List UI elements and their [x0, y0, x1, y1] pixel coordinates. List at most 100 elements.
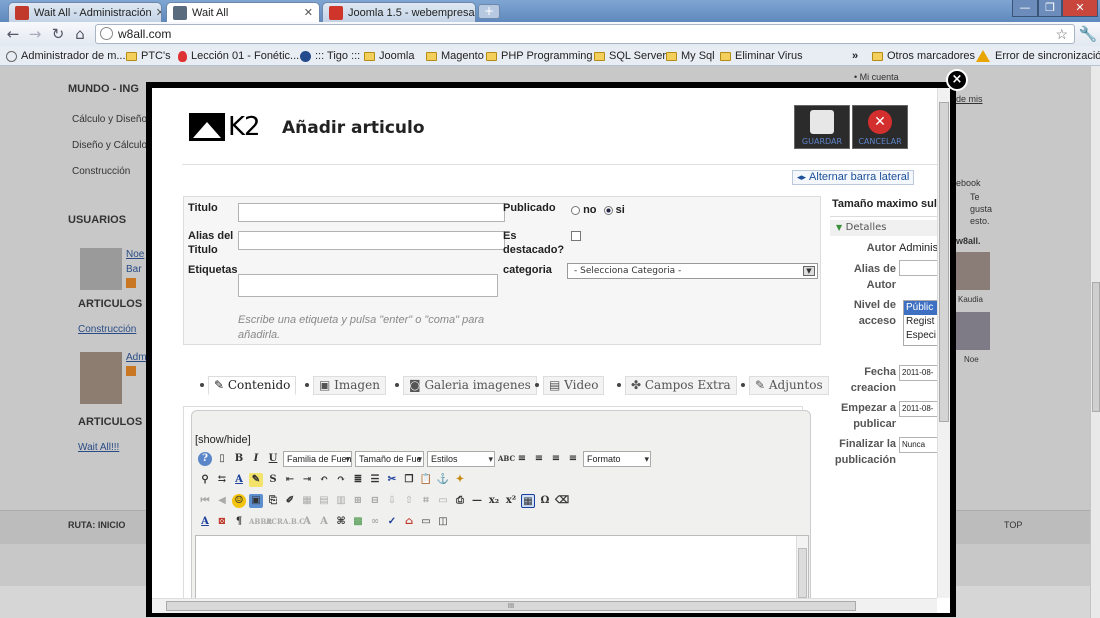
acronym-icon[interactable]: ACR	[266, 515, 283, 529]
user-sub[interactable]: Bar	[126, 264, 142, 275]
bookmark-item[interactable]: Joomla	[364, 48, 414, 64]
layer-icon[interactable]: ▭	[436, 494, 450, 508]
sync-error[interactable]: Error de sincronización	[976, 48, 1100, 64]
table-icon[interactable]: ▦	[300, 494, 314, 508]
cell-props-icon[interactable]: ⌗	[419, 494, 433, 508]
alias-input[interactable]	[238, 231, 505, 250]
cancel-button[interactable]: ✕ CANCELAR	[852, 105, 908, 149]
star-icon[interactable]: ☆	[1055, 25, 1068, 43]
remove-format-icon[interactable]: ⌫	[555, 494, 569, 508]
editor-text-area[interactable]	[195, 535, 809, 605]
browser-tab-joomla[interactable]: Joomla 1.5 - webempresa.jc ✕	[322, 2, 476, 22]
menu-item[interactable]: Diseño y Cálculo	[72, 140, 147, 151]
modal-horizontal-scrollbar[interactable]: III	[152, 598, 937, 613]
underline-icon[interactable]: U	[266, 452, 280, 466]
bookmark-item[interactable]: Administrador de m...	[6, 48, 126, 64]
scroll-thumb[interactable]: III	[166, 601, 856, 611]
new-document-icon[interactable]: ▯	[215, 452, 229, 466]
font-color-icon[interactable]: A	[232, 473, 246, 487]
bookmark-item[interactable]: ::: Tigo :::	[300, 48, 360, 64]
prev-page-icon[interactable]: ◀	[215, 494, 229, 508]
anchor-icon[interactable]: ⚓	[436, 473, 450, 487]
align-right-icon[interactable]: ≡	[549, 452, 563, 466]
tab-attachments[interactable]: ✎ Adjuntos	[749, 376, 829, 395]
tags-input[interactable]	[238, 274, 498, 297]
visual-aid-icon[interactable]: ▦	[521, 494, 535, 508]
title-input[interactable]	[238, 203, 505, 222]
preview-icon[interactable]: ◫	[436, 515, 450, 529]
more-bookmarks-button[interactable]: »	[852, 48, 858, 64]
close-tab-icon[interactable]: ✕	[152, 6, 161, 19]
styles-icon[interactable]: A	[198, 515, 212, 529]
paragraph-icon[interactable]: ¶	[232, 515, 246, 529]
merge-cells-icon[interactable]: ⊟	[368, 494, 382, 508]
image-manager-icon[interactable]: ▩	[351, 515, 365, 529]
align-center-icon[interactable]: ≡	[532, 452, 546, 466]
forward-arrow-icon[interactable]: →	[25, 24, 45, 44]
outdent-icon[interactable]: ⇤	[283, 473, 297, 487]
bullet-list-icon[interactable]: ☰	[368, 473, 382, 487]
article-link[interactable]: Construcción	[78, 324, 136, 335]
table-row-icon[interactable]: ▤	[317, 494, 331, 508]
del-icon[interactable]: A	[300, 515, 314, 529]
check-icon[interactable]: ✓	[385, 515, 399, 529]
media-icon[interactable]: ▣	[249, 494, 263, 508]
font-family-select[interactable]: Familia de Fuen	[283, 451, 352, 467]
wrench-icon[interactable]: 🔧	[1078, 24, 1098, 44]
bookmark-item[interactable]: PHP Programming	[486, 48, 593, 64]
user-link[interactable]: Adm	[126, 352, 147, 363]
fullscreen-icon[interactable]: ▭	[419, 515, 433, 529]
insert-row-icon[interactable]: ⇩	[385, 494, 399, 508]
highlight-icon[interactable]: ✎	[249, 473, 263, 487]
copy-icon[interactable]: ❐	[402, 473, 416, 487]
save-button[interactable]: GUARDAR	[794, 105, 850, 149]
subscript-icon[interactable]: x₂	[487, 494, 501, 508]
tab-image[interactable]: ▣ Imagen	[313, 376, 386, 395]
print-icon[interactable]: ⎙	[453, 494, 467, 508]
browser-tab-waitall[interactable]: Wait All ✕	[166, 2, 320, 22]
superscript-icon[interactable]: x²	[504, 494, 518, 508]
menu-item[interactable]: Cálculo y Diseño	[72, 114, 147, 125]
replace-icon[interactable]: ⇆	[215, 473, 229, 487]
browser-tab-admin[interactable]: Wait All - Administración ✕	[8, 2, 162, 22]
bookmark-item[interactable]: Magento	[426, 48, 484, 64]
clean-format-icon[interactable]: ✦	[453, 473, 467, 487]
paste-icon[interactable]: 📋	[419, 473, 433, 487]
emoticon-icon[interactable]: ☺	[232, 494, 246, 508]
image-insert-icon[interactable]: ⎘	[266, 494, 280, 508]
split-cells-icon[interactable]: ⊞	[351, 494, 365, 508]
align-left-icon[interactable]: ≡	[515, 452, 529, 466]
right-snippet[interactable]: de mis	[956, 94, 983, 104]
first-page-icon[interactable]: ⏮	[198, 494, 212, 508]
home-icon[interactable]: ⌂	[70, 24, 90, 44]
page-scrollbar[interactable]	[1090, 66, 1100, 618]
styles-select[interactable]: Estilos	[427, 451, 495, 467]
minimize-button[interactable]: —	[1012, 0, 1038, 17]
top-link[interactable]: TOP	[1004, 520, 1022, 530]
editor-scrollbar[interactable]	[796, 536, 808, 604]
delete-row-icon[interactable]: ⇧	[402, 494, 416, 508]
undo-icon[interactable]: ↶	[317, 473, 331, 487]
published-no-radio[interactable]	[571, 205, 580, 215]
font-size-select[interactable]: Tamaño de Fue	[355, 451, 424, 467]
close-window-button[interactable]: ✕	[1062, 0, 1098, 17]
details-panel-header[interactable]: ▼ Detalles	[830, 220, 950, 236]
link-icon[interactable]: ∞	[368, 515, 382, 529]
menu-item[interactable]: Construcción	[72, 166, 130, 177]
italic-icon[interactable]: I	[249, 452, 263, 466]
template-icon[interactable]: ⌘	[334, 515, 348, 529]
featured-checkbox[interactable]	[571, 231, 581, 241]
bookmark-item[interactable]: Eliminar Virus	[720, 48, 803, 64]
show-hide-toggle[interactable]: [show/hide]	[195, 434, 251, 446]
toggle-sidebar-button[interactable]: ◂▸ Alternar barra lateral	[792, 170, 915, 185]
back-arrow-icon[interactable]: ←	[3, 24, 23, 44]
close-tab-icon[interactable]: ✕	[300, 6, 313, 19]
format-select[interactable]: Formato	[583, 451, 651, 467]
tab-video[interactable]: ▤ Video	[543, 376, 605, 395]
horizontal-rule-icon[interactable]: —	[470, 494, 484, 508]
numbered-list-icon[interactable]: ≣	[351, 473, 365, 487]
cut-icon[interactable]: ✂	[385, 473, 399, 487]
redo-icon[interactable]: ↷	[334, 473, 348, 487]
new-tab-button[interactable]: +	[478, 4, 500, 19]
bookmark-item[interactable]: PTC's	[126, 48, 171, 64]
